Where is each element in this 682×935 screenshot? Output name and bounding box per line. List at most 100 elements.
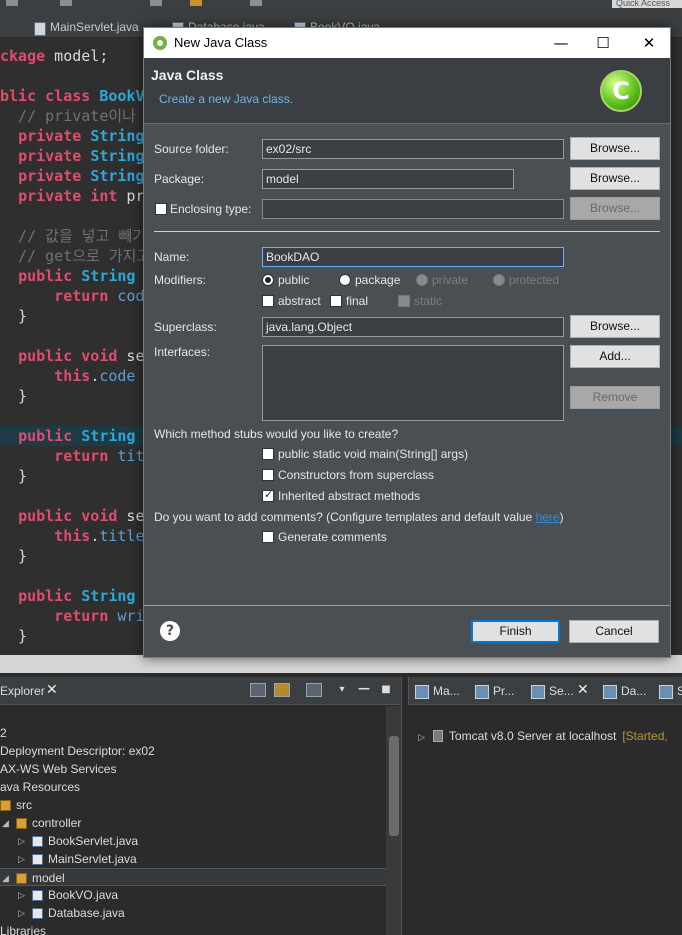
package-browse-button[interactable]: Browse... bbox=[570, 167, 660, 190]
generate-comments-checkbox[interactable] bbox=[262, 531, 274, 543]
tree-item[interactable]: ◢ controller bbox=[0, 814, 386, 832]
code-line[interactable]: return code; bbox=[0, 286, 162, 306]
code-line[interactable]: ckage model; bbox=[0, 46, 108, 66]
tree-item[interactable]: AX-WS Web Services bbox=[0, 760, 386, 778]
view-menu-icon[interactable] bbox=[306, 683, 322, 697]
enclosing-type-checkbox[interactable] bbox=[155, 203, 167, 215]
interfaces-add-button[interactable]: Add... bbox=[570, 345, 660, 368]
explorer-close-icon[interactable]: ✕ bbox=[46, 682, 58, 698]
code-line[interactable]: } bbox=[0, 546, 27, 566]
minimize-button[interactable]: — bbox=[546, 32, 576, 54]
cancel-button[interactable]: Cancel bbox=[569, 620, 659, 643]
configure-templates-link[interactable]: here bbox=[536, 510, 560, 524]
interfaces-remove-button[interactable]: Remove bbox=[570, 386, 660, 409]
comments-question: Do you want to add comments? (Configure … bbox=[154, 510, 564, 524]
tree-item[interactable]: ◢ model bbox=[0, 868, 386, 886]
close-button[interactable]: ✕ bbox=[634, 32, 664, 54]
collapse-icon[interactable]: ◢ bbox=[2, 869, 9, 887]
server-row[interactable]: ▷ Tomcat v8.0 Server at localhost [Started… bbox=[418, 729, 668, 743]
project-tree[interactable]: 2 Deployment Descriptor: ex02 AX-WS Web Se… bbox=[0, 706, 386, 935]
toolbar-icon[interactable] bbox=[250, 0, 262, 6]
interfaces-list[interactable] bbox=[262, 345, 564, 421]
explorer-header: Explorer ✕ ▾ — ■ bbox=[0, 677, 401, 705]
toolbar-icon[interactable] bbox=[150, 0, 162, 6]
tab-markers[interactable]: Ma... bbox=[415, 684, 460, 699]
maximize-icon[interactable]: ■ bbox=[378, 683, 394, 697]
explorer-title[interactable]: Explorer bbox=[0, 684, 45, 698]
tree-item[interactable]: 2 bbox=[0, 724, 386, 742]
code-token: String bbox=[81, 587, 136, 605]
spring-app-icon bbox=[153, 36, 167, 50]
editor-tab-mainservlet[interactable]: MainServlet.java bbox=[32, 20, 139, 38]
servers-panel: Ma... Pr... Se... ✕ Da... S ▷ Tomcat v8.0… bbox=[408, 677, 682, 935]
tree-item[interactable]: ava Resources bbox=[0, 778, 386, 796]
modifier-protected-radio[interactable] bbox=[493, 274, 505, 286]
collapse-icon[interactable]: ◢ bbox=[2, 814, 9, 832]
collapse-all-icon[interactable] bbox=[250, 683, 266, 697]
modifier-package-radio[interactable] bbox=[339, 274, 351, 286]
explorer-scrollbar[interactable] bbox=[386, 706, 401, 935]
tab-servers[interactable]: Se... bbox=[531, 684, 574, 699]
toolbar-icon[interactable] bbox=[60, 0, 72, 6]
final-checkbox[interactable] bbox=[330, 295, 342, 307]
tree-item[interactable]: ▷ Database.java bbox=[0, 904, 386, 922]
constructors-checkbox[interactable] bbox=[262, 469, 274, 481]
code-line[interactable]: // 값을 넣고 빼기 bbox=[0, 226, 146, 246]
code-token: void bbox=[81, 347, 118, 365]
expand-icon[interactable]: ▷ bbox=[418, 732, 425, 742]
modifier-public-radio[interactable] bbox=[262, 274, 274, 286]
expand-icon[interactable]: ▷ bbox=[18, 886, 25, 904]
dropdown-chevron-icon[interactable]: ▾ bbox=[334, 683, 350, 697]
code-line[interactable]: // get으로 가지고 bbox=[0, 246, 150, 266]
link-editor-icon[interactable] bbox=[274, 683, 290, 697]
code-token: public bbox=[18, 427, 73, 445]
tree-item[interactable]: src bbox=[0, 796, 386, 814]
superclass-browse-button[interactable]: Browse... bbox=[570, 315, 660, 338]
expand-icon[interactable]: ▷ bbox=[18, 832, 25, 850]
toolbar-icon[interactable] bbox=[6, 0, 18, 6]
superclass-field[interactable]: java.lang.Object bbox=[262, 317, 564, 337]
code-token: return bbox=[54, 607, 109, 625]
servers-close-icon[interactable]: ✕ bbox=[577, 682, 589, 698]
code-line[interactable]: } bbox=[0, 626, 27, 646]
expand-icon[interactable]: ▷ bbox=[18, 850, 25, 868]
inherited-abstract-checkbox[interactable] bbox=[262, 488, 274, 502]
code-line[interactable]: } bbox=[0, 306, 27, 326]
tree-item[interactable]: ▷ BookVO.java bbox=[0, 886, 386, 904]
code-line[interactable]: } bbox=[0, 386, 27, 406]
main-method-checkbox[interactable] bbox=[262, 448, 274, 460]
code-token: public bbox=[18, 507, 73, 525]
modifier-private-radio[interactable] bbox=[416, 274, 428, 286]
class-name-input[interactable]: BookDAO bbox=[262, 247, 564, 267]
enclosing-type-browse-button[interactable]: Browse... bbox=[570, 197, 660, 220]
code-line[interactable]: } bbox=[0, 466, 27, 486]
finish-button[interactable]: Finish bbox=[471, 620, 560, 643]
tree-item[interactable]: Deployment Descriptor: ex02 bbox=[0, 742, 386, 760]
tab-properties[interactable]: Pr... bbox=[475, 684, 514, 699]
scrollbar-thumb[interactable] bbox=[389, 736, 399, 836]
dialog-titlebar[interactable]: New Java Class — ☐ ✕ bbox=[144, 28, 670, 58]
tree-item[interactable]: Libraries bbox=[0, 922, 386, 935]
tab-snippets[interactable]: S bbox=[659, 684, 682, 699]
toolbar-icon[interactable] bbox=[190, 0, 202, 6]
source-folder-browse-button[interactable]: Browse... bbox=[570, 137, 660, 160]
quick-access-field[interactable]: Quick Access bbox=[612, 0, 682, 8]
minimize-icon[interactable]: — bbox=[356, 682, 372, 697]
source-folder-field[interactable]: ex02/src bbox=[262, 139, 564, 159]
expand-icon[interactable]: ▷ bbox=[18, 904, 25, 922]
package-field[interactable]: model bbox=[262, 169, 514, 189]
code-token: return bbox=[54, 447, 109, 465]
static-checkbox[interactable] bbox=[398, 295, 410, 307]
dialog-banner: Java Class Create a new Java class. C bbox=[144, 58, 670, 124]
abstract-checkbox[interactable] bbox=[262, 295, 274, 307]
tree-item[interactable]: ▷ BookServlet.java bbox=[0, 832, 386, 850]
maximize-button[interactable]: ☐ bbox=[588, 32, 618, 54]
tab-data-source[interactable]: Da... bbox=[603, 684, 646, 699]
tree-item[interactable] bbox=[0, 706, 386, 724]
tree-item[interactable]: ▷ MainServlet.java bbox=[0, 850, 386, 868]
enclosing-type-field[interactable] bbox=[262, 199, 564, 219]
help-icon[interactable]: ? bbox=[160, 621, 180, 641]
